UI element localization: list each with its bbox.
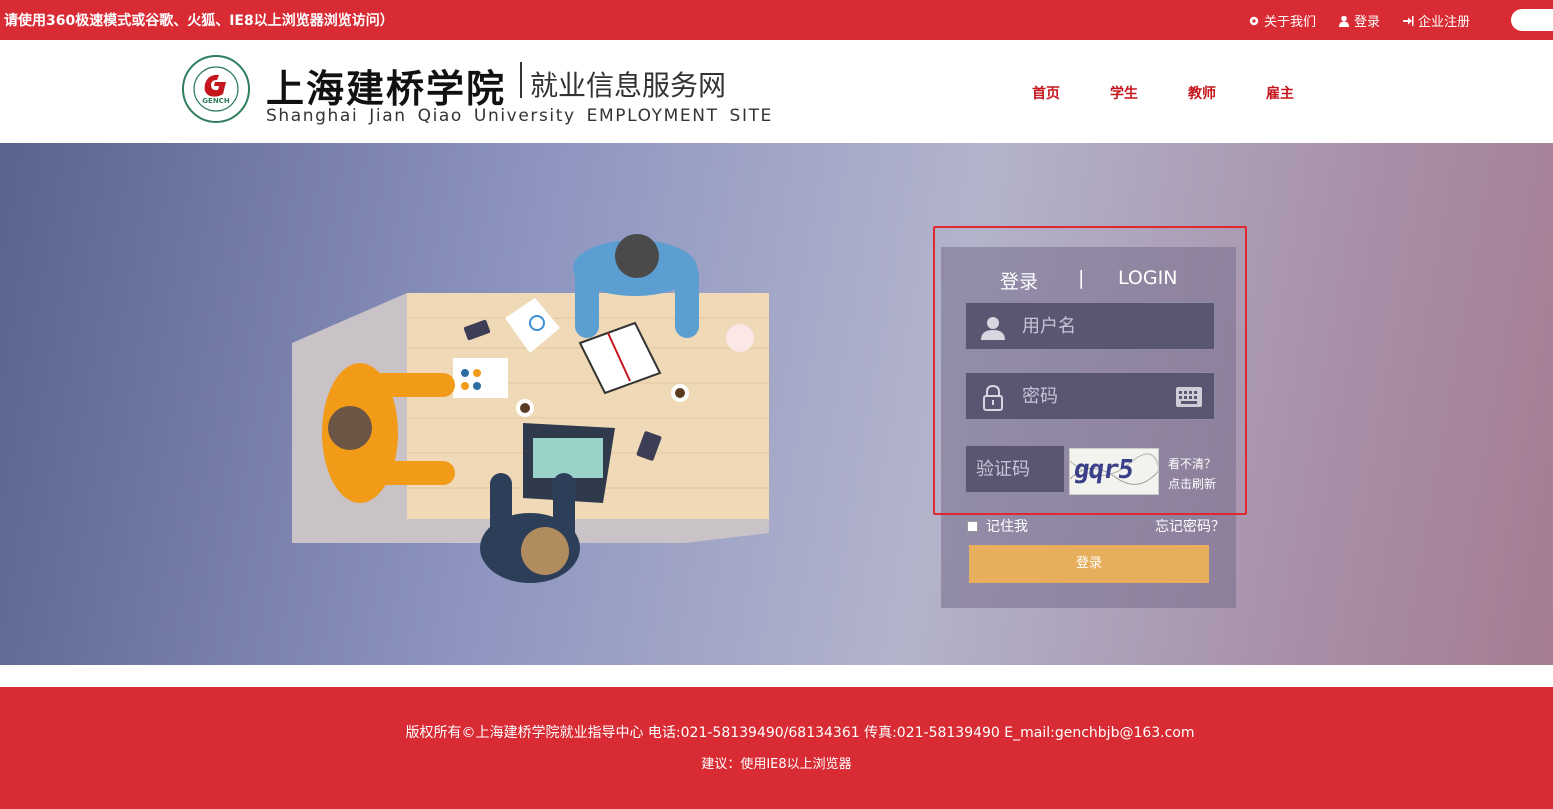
username-input[interactable] (1022, 303, 1192, 349)
footer-browser-tip: 建议：使用IE8以上浏览器 (701, 757, 852, 772)
login-title-en: LOGIN (1118, 267, 1178, 289)
login-link[interactable]: 登录 (1338, 11, 1380, 30)
remember-me[interactable]: 记住我 (967, 516, 1028, 536)
captcha-refresh-link[interactable]: 看不清？ 点击刷新 (1168, 454, 1216, 494)
hero-banner (0, 143, 1553, 665)
login-label: 登录 (1354, 15, 1381, 30)
company-register-link[interactable]: 企业注册 (1402, 11, 1470, 30)
refresh-line1: 看不清？ (1168, 457, 1217, 471)
captcha-input[interactable] (966, 446, 1064, 492)
gear-icon (1249, 16, 1259, 25)
captcha-image[interactable]: gqr5 (1069, 448, 1159, 495)
seal-text: GENCH (202, 97, 230, 105)
username-field (965, 302, 1215, 350)
university-name-cn: 上海建桥学院 (266, 66, 507, 111)
about-us-link[interactable]: 关于我们 (1248, 11, 1316, 30)
nav-students[interactable]: 学生 (1110, 83, 1138, 103)
top-search-box[interactable] (1511, 9, 1553, 31)
remember-label: 记住我 (986, 519, 1028, 535)
top-notice-bar: 请使用360极速模式或谷歌、火狐、IE8以上浏览器浏览访问） 关于我们 登录 企… (0, 0, 1553, 40)
footer-gap (0, 665, 1553, 687)
login-title: 登录 | LOGIN (1000, 267, 1177, 294)
login-title-separator: | (1078, 267, 1085, 289)
refresh-line2: 点击刷新 (1168, 477, 1217, 491)
login-title-cn: 登录 (1000, 271, 1039, 293)
captcha-text: gqr5 (1071, 455, 1135, 485)
logo-divider (520, 62, 522, 98)
forgot-password-link[interactable]: 忘记密码？ (1155, 516, 1225, 536)
password-field (965, 372, 1215, 420)
university-name-en: Shanghai Jian Qiao University EMPLOYMENT… (266, 106, 773, 126)
site-header: GENCH 上海建桥学院 就业信息服务网 Shanghai Jian Qiao … (0, 40, 1553, 143)
site-footer: 版权所有©上海建桥学院就业指导中心 电话:021-58139490/681343… (0, 687, 1553, 809)
top-links: 关于我们 登录 企业注册 (1248, 11, 1470, 30)
nav-employers[interactable]: 雇主 (1266, 83, 1294, 103)
university-seal-logo: GENCH (182, 55, 250, 123)
nav-teachers[interactable]: 教师 (1188, 83, 1216, 103)
footer-copyright: 版权所有©上海建桥学院就业指导中心 电话:021-58139490/681343… (405, 725, 1195, 741)
site-name-cn: 就业信息服务网 (530, 69, 727, 102)
keyboard-icon[interactable] (1176, 387, 1202, 407)
password-input[interactable] (1022, 373, 1192, 419)
captcha-field (965, 445, 1065, 493)
meeting-illustration (292, 234, 769, 583)
company-register-label: 企业注册 (1418, 15, 1471, 30)
login-button[interactable]: 登录 (969, 545, 1209, 583)
browser-notice: 请使用360极速模式或谷歌、火狐、IE8以上浏览器浏览访问） (4, 13, 394, 29)
lock-icon (983, 385, 1003, 411)
sign-in-icon (1403, 15, 1414, 26)
remember-checkbox[interactable] (967, 520, 978, 532)
user-icon (1339, 15, 1350, 27)
nav-home[interactable]: 首页 (1032, 83, 1060, 103)
user-icon (981, 317, 1005, 340)
about-us-label: 关于我们 (1264, 15, 1317, 30)
main-nav: 首页 学生 教师 雇主 (1032, 83, 1294, 103)
